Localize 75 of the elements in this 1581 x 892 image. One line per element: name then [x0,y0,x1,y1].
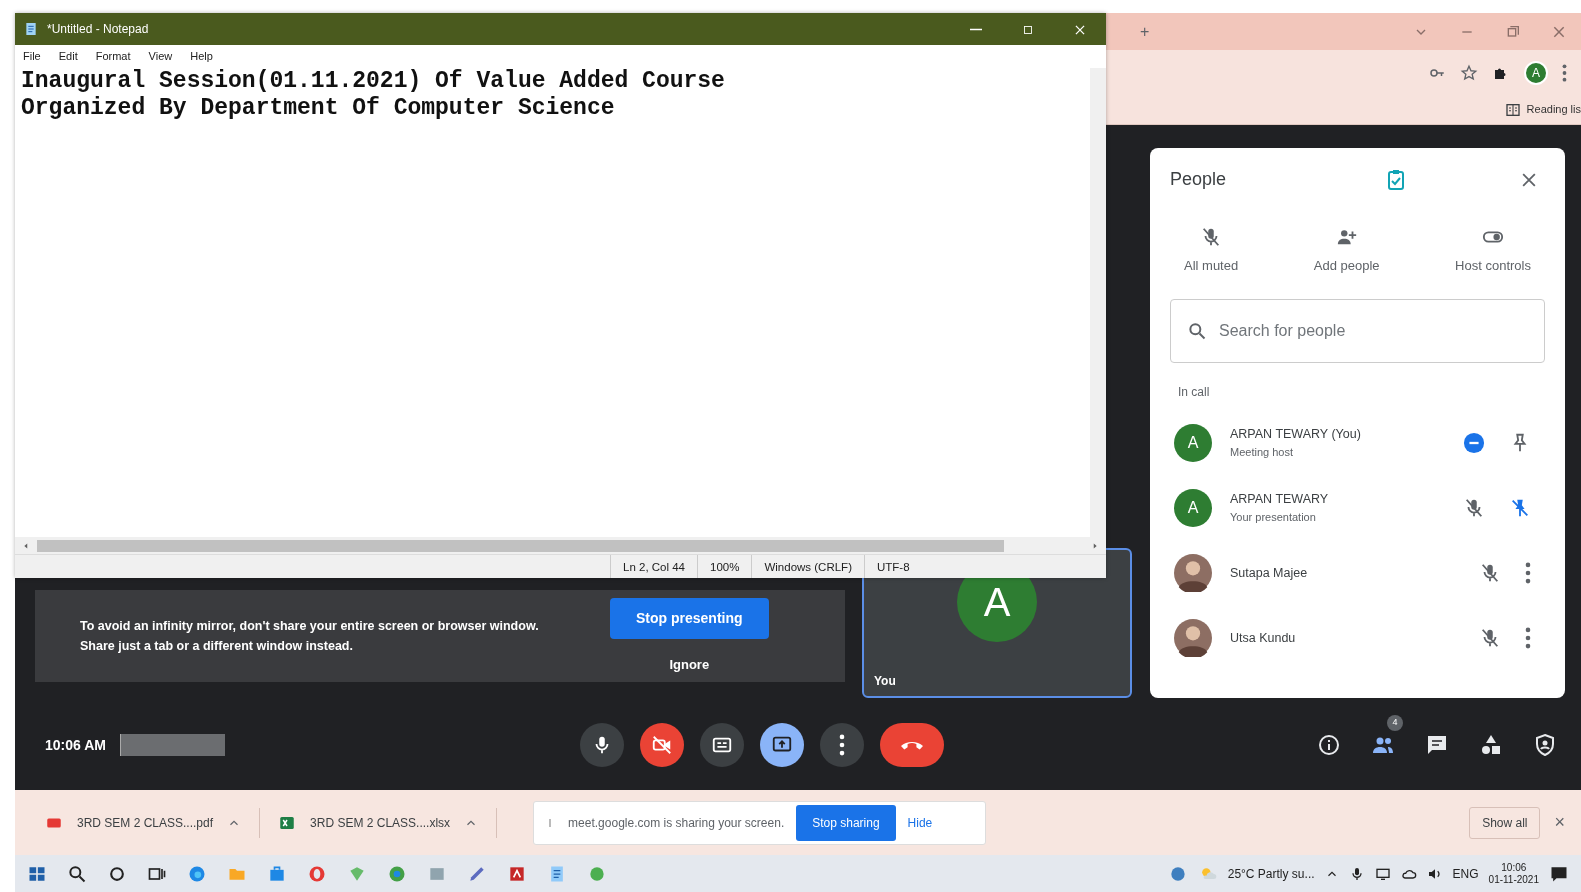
more-options-icon [838,734,845,756]
download-item[interactable]: 3RD SEM 2 CLASS....xlsx [268,807,489,838]
action-button[interactable]: Host controls [1449,225,1537,277]
menu-icon[interactable] [1562,63,1567,82]
status-text: Windows (CRLF) [751,555,864,578]
avatar: A [1174,489,1212,527]
avatar [1174,554,1212,592]
mic-off-icon[interactable] [1479,562,1501,584]
participant-name: Sutapa Majee [1230,564,1308,582]
panel-title: People [1170,168,1227,191]
host-controls-icon [1533,733,1557,758]
language-indicator[interactable]: ENG [1452,864,1479,883]
hide-link[interactable]: Hide [907,813,933,832]
menu-item[interactable]: Edit [58,48,78,65]
ignore-link[interactable]: Ignore [669,654,710,675]
action-button[interactable]: Add people [1307,225,1386,277]
hang-up-button[interactable] [879,723,944,767]
camera-off-button[interactable] [639,723,684,767]
menu-item[interactable]: View [148,48,173,65]
show-all-button[interactable]: Show all [1469,806,1541,839]
more-options-button[interactable] [819,723,864,767]
notepad-icon [23,21,39,37]
restore-icon[interactable] [1505,23,1521,40]
captions-button[interactable] [699,723,744,767]
window-title: *Untitled - Notepad [47,21,149,38]
participant-name: ARPAN TEWARY (You) [1230,426,1361,444]
participant-role: Meeting host [1230,445,1294,461]
search-icon [1187,320,1207,341]
count-badge: 4 [1387,714,1403,731]
present-button[interactable] [759,723,804,767]
tile-label: You [874,673,896,690]
status-text: Ln 2, Col 44 [610,555,697,578]
mic-button[interactable] [579,723,624,767]
participant-role: Your presentation [1230,510,1317,526]
hang-up-icon [900,740,923,750]
camera-off-icon [650,734,673,756]
menu-item[interactable]: File [23,48,41,65]
info-icon [1317,733,1341,758]
more-icon[interactable] [1525,627,1531,649]
new-tab-button[interactable]: + [1140,19,1150,44]
minimize-icon [969,28,983,32]
warning-text: To avoid an infinity mirror, don't share your entire screen or browser window. Share just a tab or a different window instead. [80,618,540,655]
search-field[interactable]: Search for people [1170,298,1545,363]
status-text: 100% [697,555,752,578]
reading-list-icon [1504,101,1521,118]
stop-presenting-button[interactable]: Stop presenting [610,597,769,639]
action-button[interactable]: All muted [1178,225,1245,277]
mic-off-icon[interactable] [1479,627,1501,649]
avatar: A [1174,424,1212,462]
menu-item[interactable]: Format [95,48,131,65]
status-text: UTF-8 [864,555,922,578]
search-icon[interactable] [67,863,87,884]
participant-name: Utsa Kundu [1230,629,1296,647]
text-line: Organized By Department Of Computer Science [21,94,616,122]
profile-avatar[interactable]: A [1524,60,1548,85]
weather-text[interactable]: 25°C Partly su... [1227,864,1315,883]
audio-level-icon[interactable] [1463,432,1485,454]
participant-name: ARPAN TEWARY [1230,491,1329,509]
section-label: In call [1178,383,1211,401]
stop-sharing-button[interactable]: Stop sharing [796,804,896,841]
meeting-time: 10:06 AM [45,735,106,755]
download-item[interactable]: 3RD SEM 2 CLASS....pdf [35,807,252,838]
text-line: Inaugural Session(01.11.2021) Of Value Added Course [21,67,726,95]
avatar [1174,619,1212,657]
star-icon[interactable] [1460,63,1478,82]
clock-date[interactable]: 01-11-2021 [1488,873,1539,885]
mic-off-icon[interactable] [1463,497,1485,519]
clock-time[interactable]: 10:06 [1501,862,1527,874]
scrollbar-thumb[interactable] [37,539,1004,552]
menu-item[interactable]: Help [190,48,213,65]
more-icon[interactable] [1525,562,1531,584]
share-message: meet.google.com is sharing your screen. [568,814,785,832]
close-button[interactable]: × [1548,808,1571,837]
reading-list-link[interactable]: Reading lis [1526,101,1581,118]
unpin-icon[interactable] [1509,497,1531,519]
